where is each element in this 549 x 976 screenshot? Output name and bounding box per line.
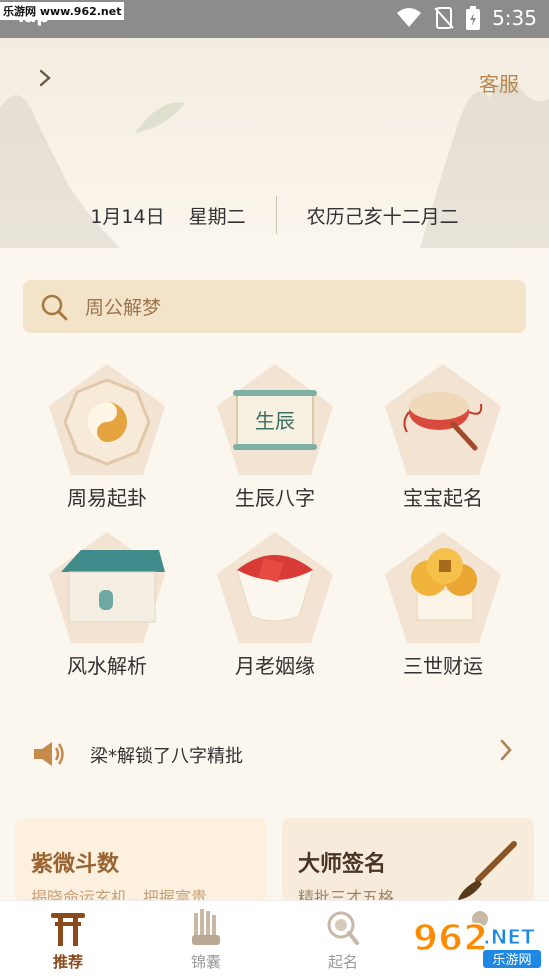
feature-label: 月老姻缘 [235,654,315,678]
weekday: 星期二 [188,205,246,228]
search-placeholder: 周公解梦 [85,297,162,319]
feature-birth-chart[interactable]: 生辰 生辰八字 [200,362,350,522]
bamboo-slips-icon [192,909,220,945]
status-time: 5:35 [492,6,537,30]
coins-icon [385,532,501,643]
card-ziwei[interactable]: 紫微斗数 揭晓命运玄机，把握富贵 [15,818,267,902]
tab-recommend[interactable]: 推荐 [28,907,108,972]
feature-label: 三世财运 [403,654,483,678]
card-master-signature[interactable]: 大师签名 精批三才五格 [282,818,534,902]
svg-text:.NET: .NET [483,925,535,949]
scroll-text: 生辰 [255,409,295,433]
feature-label: 风水解析 [67,654,147,678]
962-watermark-logo: 962 .NET 乐游网 [412,917,541,968]
tab-label: 起名 [327,953,358,971]
top-nav: 客服 [0,38,549,118]
card-title: 大师签名 [298,852,387,877]
svg-text:乐游网: 乐游网 [492,953,531,968]
battery-icon [466,6,481,30]
tab-tips[interactable]: 锦囊 [166,907,246,972]
rattle-icon [327,911,359,945]
lunar-date: 农历己亥十二月二 [306,205,459,228]
site-watermark: 乐游网 www.962.net [0,2,125,20]
tab-naming[interactable]: 起名 [303,907,383,972]
speaker-icon [34,742,64,766]
card-title: 紫微斗数 [31,852,120,877]
feature-baby-name[interactable]: 宝宝起名 [368,362,518,522]
rattle-drum-icon [385,364,501,475]
svg-text:962: 962 [413,918,488,959]
scroll-icon: 生辰 [217,364,333,475]
tab-label: 锦囊 [190,953,221,971]
bagua-icon [49,364,165,475]
feature-label: 宝宝起名 [403,486,483,510]
status-bar: lap 5:35 乐游网 www.962.net [0,0,549,38]
feature-wealth[interactable]: 三世财运 [368,530,518,690]
notice-text: 梁*解锁了八字精批 [90,746,243,767]
feature-zhouyi[interactable]: 周易起卦 [32,362,182,522]
no-sim-icon [434,7,454,29]
chevron-right-icon [500,739,512,761]
brush-icon [458,841,517,900]
search-bar[interactable]: 周公解梦 [23,280,526,333]
red-thread-icon [217,532,333,643]
customer-service-link[interactable]: 客服 [479,68,519,97]
house-icon [49,532,165,643]
feature-marriage[interactable]: 月老姻缘 [200,530,350,690]
notice-bar[interactable]: 梁*解锁了八字精批 [0,730,549,778]
date-divider [275,196,277,234]
search-icon [41,294,68,320]
wifi-icon [397,8,422,27]
bottom-nav: 推荐 锦囊 起名 962 .NET 乐游网 [0,900,549,976]
feature-label: 周易起卦 [67,486,147,510]
feature-fengshui[interactable]: 风水解析 [32,530,182,690]
tab-label: 推荐 [52,953,83,971]
date-row: 1月14日 星期二 农历己亥十二月二 [0,195,549,235]
torii-gate-icon [51,913,85,946]
chevron-right-icon[interactable] [38,68,52,88]
solar-date: 1月14日 [90,205,165,228]
feature-label: 生辰八字 [235,486,315,510]
